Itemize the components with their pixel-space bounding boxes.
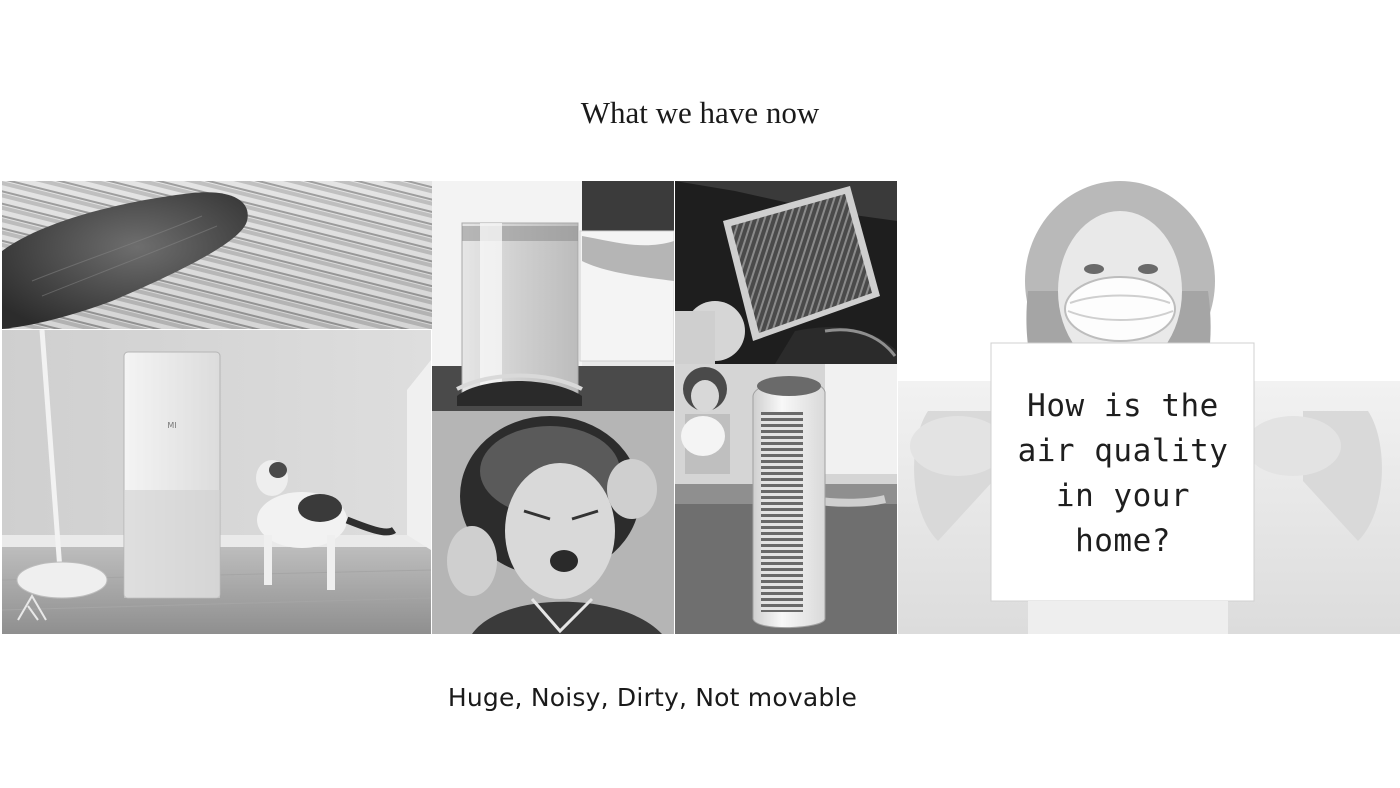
slide-caption: Huge, Noisy, Dirty, Not movable	[447, 683, 858, 712]
dusty-finger-photo	[2, 181, 433, 329]
column-purifier-photo	[675, 364, 897, 634]
tower-purifier-photo	[432, 181, 674, 411]
woman-covering-ears-photo	[432, 411, 674, 634]
dirty-filter-photo	[675, 181, 897, 364]
svg-text:MI: MI	[167, 421, 176, 430]
slide-title: What we have now	[580, 95, 820, 130]
sign-text: How is the air quality in your home?	[1017, 388, 1229, 559]
purifier-with-cat-photo: MI	[2, 330, 431, 634]
